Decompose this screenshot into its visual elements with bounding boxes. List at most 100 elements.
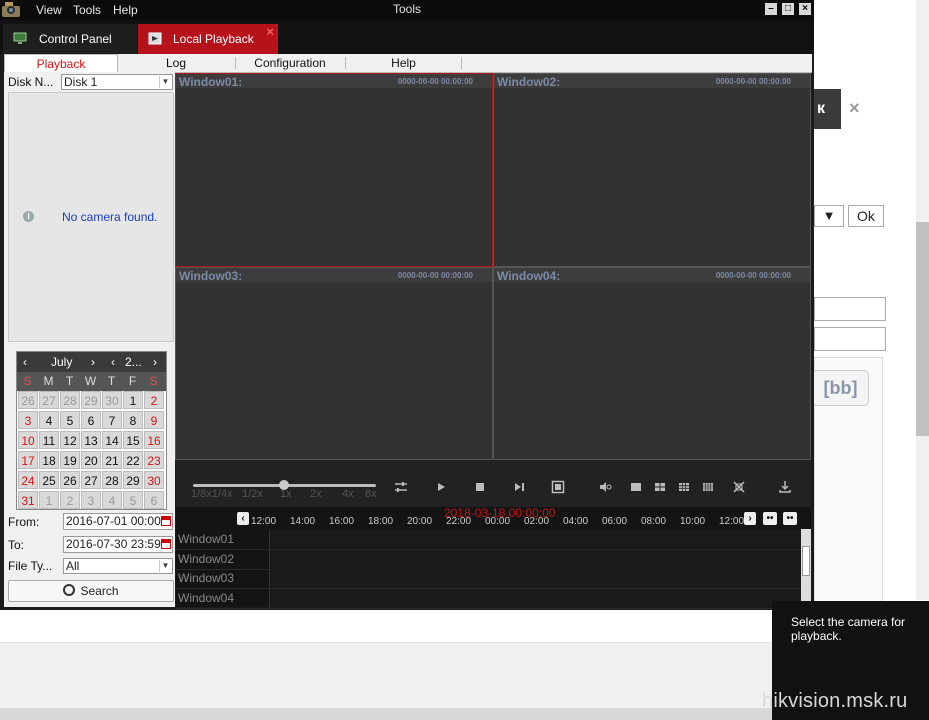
calendar-day[interactable]: 4 [102,491,122,509]
calendar-day[interactable]: 22 [123,451,143,469]
tab-close-icon[interactable]: × [266,17,274,47]
calendar-day[interactable]: 29 [81,391,101,409]
layout-9-icon[interactable] [677,480,691,494]
subtab-help[interactable]: Help [346,54,461,72]
video-window-4[interactable]: Window04: 0000-00-00 00:00:00 [493,267,811,460]
video-window-3[interactable]: Window03: 0000-00-00 00:00:00 [175,267,493,460]
file-type-select[interactable]: All ▼ [63,558,173,574]
calendar-day[interactable]: 20 [81,451,101,469]
calendar-day[interactable]: 5 [123,491,143,509]
background-scrollbar-thumb[interactable] [916,222,929,436]
calendar-day[interactable]: 3 [18,411,38,429]
timeline-row[interactable]: Window04 [176,588,802,609]
calendar-day[interactable]: 29 [123,471,143,489]
calendar-day[interactable]: 1 [39,491,59,509]
calendar-day[interactable]: 6 [81,411,101,429]
play-icon[interactable] [434,480,448,494]
tab-local-playback[interactable]: Local Playback × [138,24,278,54]
calendar-day[interactable]: 18 [39,451,59,469]
calendar-day[interactable]: 7 [102,411,122,429]
calendar-day[interactable]: 5 [60,411,80,429]
calendar-day[interactable]: 27 [81,471,101,489]
calendar-day[interactable]: 21 [102,451,122,469]
adjust-settings-icon[interactable] [394,480,408,494]
calendar-day[interactable]: 3 [81,491,101,509]
calendar-day[interactable]: 17 [18,451,38,469]
timeline-row[interactable]: Window03 [176,569,802,589]
subtab-playback[interactable]: Playback [4,54,118,72]
background-ok-button[interactable]: Ok [848,205,884,227]
background-input-2[interactable] [814,327,886,351]
timeline-next-icon[interactable]: › [744,512,756,525]
search-button[interactable]: Search [8,580,174,602]
calendar-day[interactable]: 12 [60,431,80,449]
background-bb-button[interactable]: [bb] [812,370,869,406]
camera-list[interactable]: i No camera found. [8,92,174,342]
calendar-day[interactable]: 14 [102,431,122,449]
calendar-day[interactable]: 23 [144,451,164,469]
next-month-icon[interactable]: › [91,355,95,369]
calendar-day[interactable]: 9 [144,411,164,429]
calendar-day[interactable]: 28 [102,471,122,489]
menu-help[interactable]: Help [113,3,138,17]
subtab-configuration[interactable]: Configuration [236,54,344,72]
calendar-day[interactable]: 26 [18,391,38,409]
calendar-day[interactable]: 25 [39,471,59,489]
timeline-row-bar[interactable] [269,530,802,549]
timeline-row[interactable]: Window02 [176,549,802,570]
calendar-day[interactable]: 26 [60,471,80,489]
maximize-icon[interactable]: □ [782,3,794,15]
prev-month-icon[interactable]: ‹ [23,355,27,369]
from-datetime-input[interactable]: 2016-07-01 00:00 [63,513,173,530]
timeline-row-bar[interactable] [269,569,802,588]
calendar-day[interactable]: 28 [60,391,80,409]
background-close-icon[interactable]: × [849,98,860,119]
next-year-icon[interactable]: › [153,355,157,369]
volume-icon[interactable] [598,480,612,494]
menu-view[interactable]: View [36,3,62,17]
calendar-day[interactable]: 1 [123,391,143,409]
calendar-day[interactable]: 24 [18,471,38,489]
calendar-day[interactable]: 27 [39,391,59,409]
video-window-2[interactable]: Window02: 0000-00-00 00:00:00 [493,73,811,267]
subtab-log[interactable]: Log [118,54,234,72]
fullscreen-icon[interactable] [732,480,746,494]
calendar-day[interactable]: 8 [123,411,143,429]
timeline-row-bar[interactable] [269,588,802,608]
disk-select[interactable]: Disk 1 ▼ [61,74,173,90]
single-frame-icon[interactable] [512,480,526,494]
download-icon[interactable] [778,480,792,494]
layout-16-icon[interactable] [701,480,715,494]
close-icon[interactable]: × [799,3,811,15]
timeline-scrollbar-thumb[interactable] [802,546,810,576]
calendar-day[interactable]: 19 [60,451,80,469]
calendar-icon[interactable] [161,539,171,549]
background-select[interactable]: ▼ [814,205,844,227]
tab-control-panel[interactable]: Control Panel [3,24,137,54]
calendar-day[interactable]: 4 [39,411,59,429]
calendar-day[interactable]: 2 [144,391,164,409]
menu-tools[interactable]: Tools [73,3,101,17]
background-input-1[interactable] [814,297,886,321]
layout-4-icon[interactable] [653,480,667,494]
calendar-day[interactable]: 16 [144,431,164,449]
calendar-day[interactable]: 15 [123,431,143,449]
timeline-prev-icon[interactable]: ‹ [237,512,249,525]
calendar-day[interactable]: 30 [102,391,122,409]
calendar-day[interactable]: 10 [18,431,38,449]
calendar-day[interactable]: 31 [18,491,38,509]
timeline-row-bar[interactable] [269,549,802,569]
calendar-day[interactable]: 30 [144,471,164,489]
timeline-zoom-out-icon[interactable]: •• [783,512,797,525]
capture-icon[interactable] [551,480,565,494]
calendar-icon[interactable] [161,516,171,526]
prev-year-icon[interactable]: ‹ [111,355,115,369]
calendar-day[interactable]: 6 [144,491,164,509]
to-datetime-input[interactable]: 2016-07-30 23:59 [63,536,173,553]
layout-1-icon[interactable] [629,480,643,494]
calendar-day[interactable]: 2 [60,491,80,509]
calendar-day[interactable]: 11 [39,431,59,449]
timeline-row[interactable]: Window01 [176,530,802,550]
timeline-zoom-in-icon[interactable]: •• [763,512,777,525]
stop-icon[interactable] [473,480,487,494]
